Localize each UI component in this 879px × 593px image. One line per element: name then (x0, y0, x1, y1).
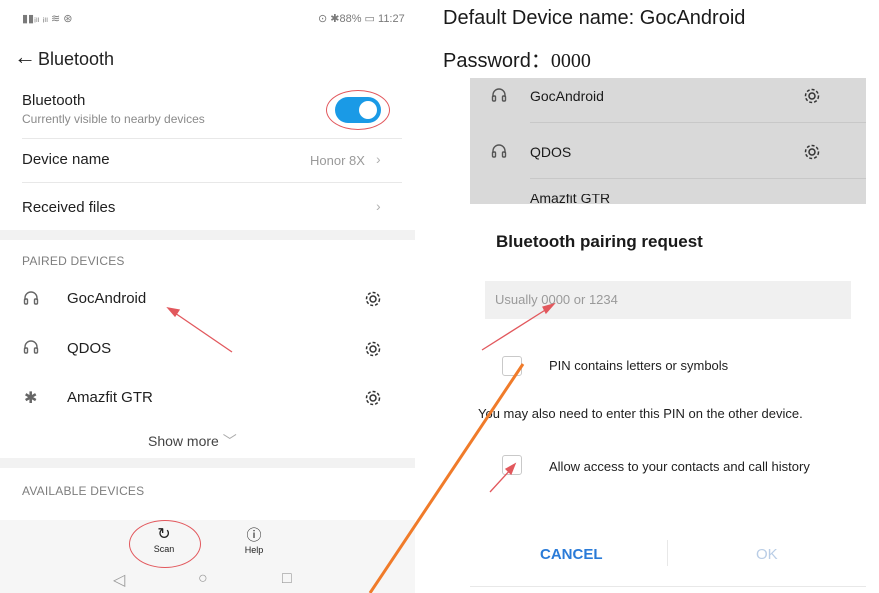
arrow-to-pin-field (481, 306, 551, 351)
annotation-arrows (166, 302, 556, 593)
arrow-to-gocandroid (171, 310, 233, 353)
arrowhead (542, 302, 556, 315)
orange-connector-line (368, 363, 525, 593)
